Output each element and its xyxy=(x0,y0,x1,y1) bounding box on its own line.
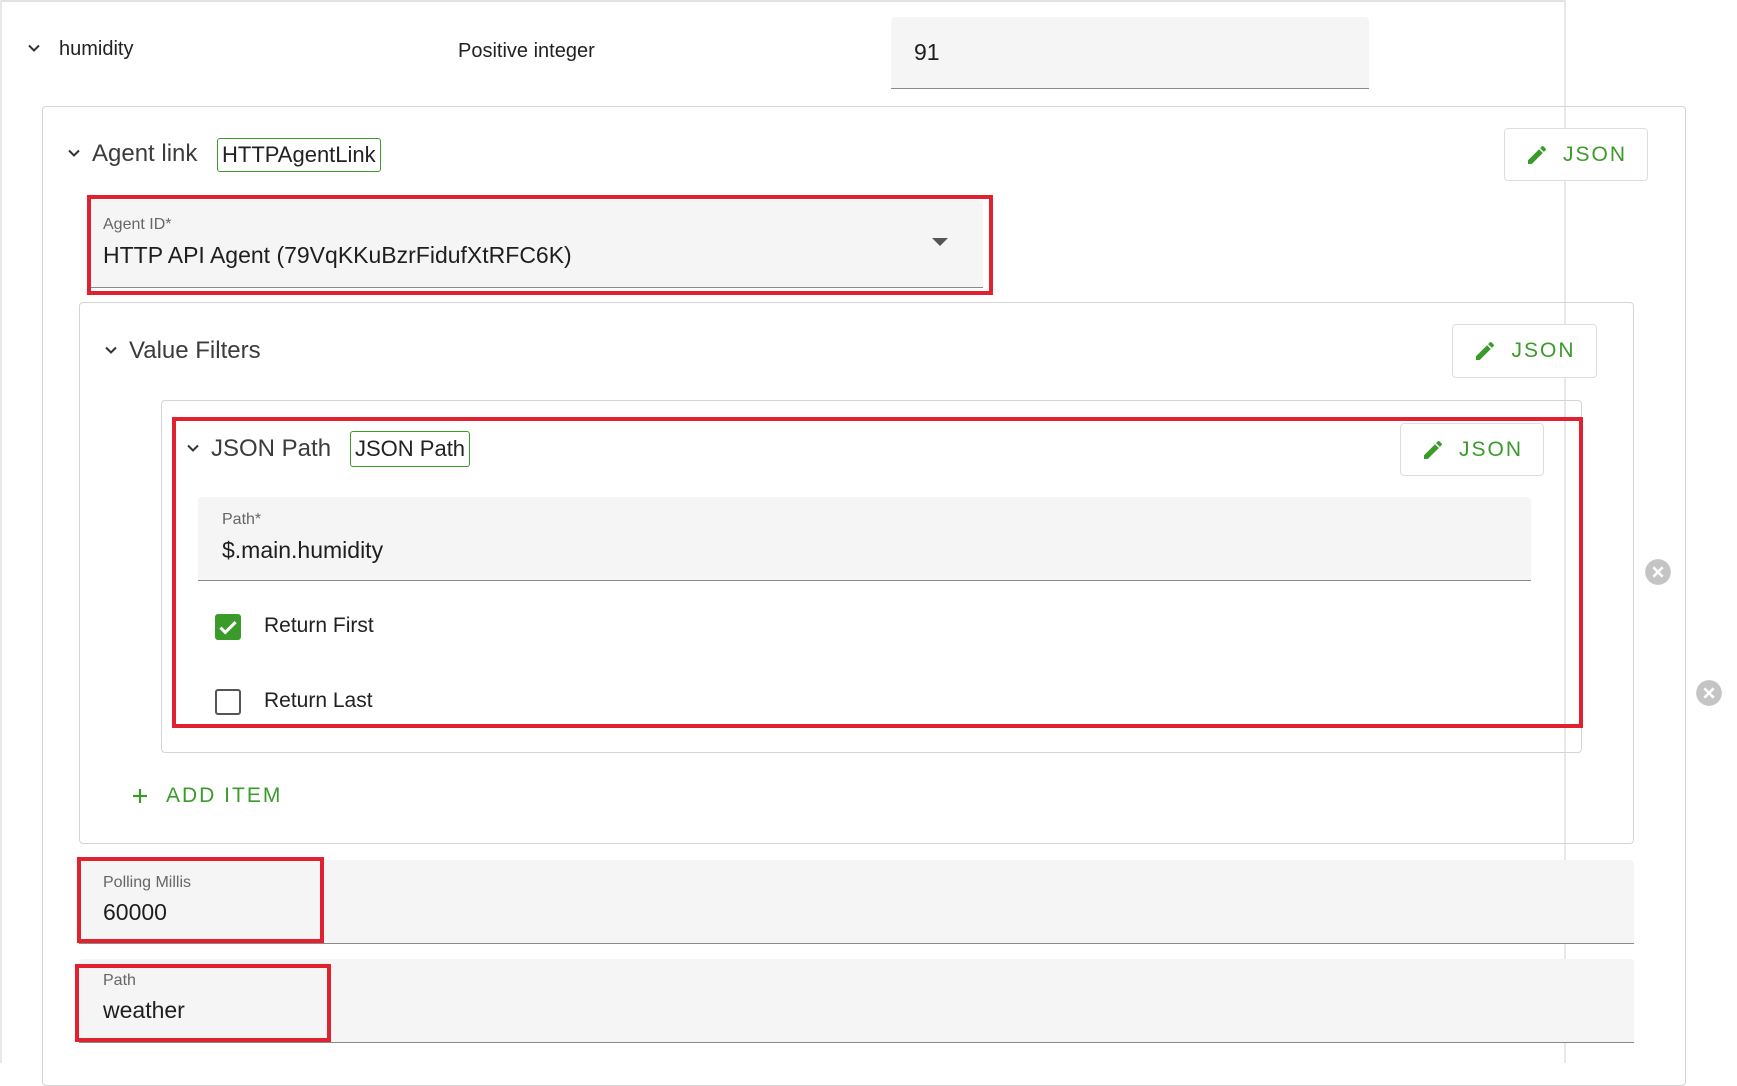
polling-millis-label: Polling Millis xyxy=(103,874,192,891)
json-button-label: JSON xyxy=(1458,437,1523,461)
chevron-down-icon[interactable] xyxy=(183,438,203,458)
add-item-button[interactable]: ADD ITEM xyxy=(128,778,282,814)
value-filters-json-button[interactable]: JSON xyxy=(1452,324,1597,378)
agent-link-title: Agent link xyxy=(92,140,198,167)
attribute-name: humidity xyxy=(59,38,134,60)
agent-link-json-button[interactable]: JSON xyxy=(1504,128,1648,181)
path-label: Path xyxy=(103,972,136,989)
add-item-label: ADD ITEM xyxy=(166,784,283,807)
json-path-input[interactable]: Path* $.main.humidity xyxy=(198,497,1531,581)
json-button-label: JSON xyxy=(1562,142,1627,166)
attribute-type-label: Positive integer xyxy=(458,40,595,62)
pencil-icon xyxy=(1525,143,1549,167)
agent-id-label: Agent ID* xyxy=(103,216,172,233)
agent-link-type-badge: HTTPAgentLink xyxy=(217,138,381,172)
pencil-icon xyxy=(1473,339,1497,363)
json-path-type-badge: JSON Path xyxy=(350,431,471,467)
json-path-value: $.main.humidity xyxy=(222,537,384,563)
chevron-down-icon[interactable] xyxy=(101,340,121,360)
chevron-down-icon[interactable] xyxy=(64,143,84,163)
page-frame-left xyxy=(0,0,2,1063)
chevron-down-icon[interactable] xyxy=(24,38,44,58)
remove-attribute-icon[interactable] xyxy=(1695,679,1723,707)
path-input[interactable]: Path weather xyxy=(79,959,1634,1043)
dropdown-arrow-icon[interactable] xyxy=(932,238,948,246)
value-filters-title: Value Filters xyxy=(129,337,261,364)
attribute-value: 91 xyxy=(914,39,940,65)
plus-icon xyxy=(133,789,147,803)
polling-millis-input[interactable]: Polling Millis 60000 xyxy=(79,860,1634,944)
return-first-label: Return First xyxy=(264,614,374,637)
checkmark-icon xyxy=(219,621,237,635)
polling-millis-value: 60000 xyxy=(103,899,167,925)
page-frame-top xyxy=(0,0,1566,2)
return-first-checkbox[interactable] xyxy=(215,614,241,640)
json-button-label: JSON xyxy=(1511,339,1576,362)
json-path-json-button[interactable]: JSON xyxy=(1400,423,1544,476)
pencil-icon xyxy=(1421,438,1445,462)
remove-filter-icon[interactable] xyxy=(1644,558,1672,586)
return-last-label: Return Last xyxy=(264,689,373,712)
json-path-label: Path* xyxy=(222,511,262,528)
json-path-title: JSON Path xyxy=(211,435,332,462)
agent-id-select[interactable]: Agent ID* HTTP API Agent (79VqKKuBzrFidu… xyxy=(90,200,983,288)
path-value: weather xyxy=(103,997,185,1023)
return-last-checkbox[interactable] xyxy=(215,689,241,715)
attribute-value-input[interactable]: 91 xyxy=(891,17,1369,89)
agent-id-value: HTTP API Agent (79VqKKuBzrFidufXtRFC6K) xyxy=(103,242,572,268)
